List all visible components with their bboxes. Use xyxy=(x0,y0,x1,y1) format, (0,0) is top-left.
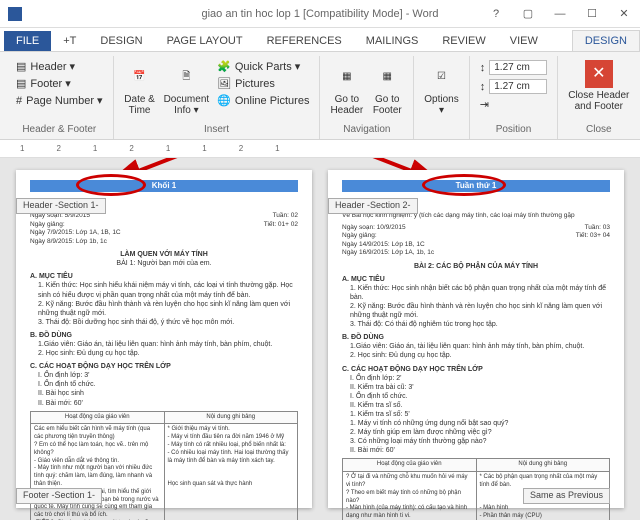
goto-header-button[interactable]: ▦Go to Header xyxy=(328,58,365,118)
page-2[interactable]: Tuần thứ 1 Header -Section 2- Vẽ Bài học… xyxy=(328,170,624,508)
close-header-footer-button[interactable]: ✕Close Header and Footer xyxy=(566,58,631,114)
header-button[interactable]: ▤Header ▾ xyxy=(14,58,105,75)
group-label: Insert xyxy=(122,124,312,137)
group-header-footer: ▤Header ▾ ▤Footer ▾ #Page Number ▾ Heade… xyxy=(6,56,114,139)
tab-icon: ⇥ xyxy=(480,98,489,111)
footer-icon: ▤ xyxy=(16,77,26,90)
group-label: Header & Footer xyxy=(14,124,105,137)
maximize-icon[interactable]: ☐ xyxy=(576,0,608,28)
quickparts-icon: 🧩 xyxy=(217,60,231,73)
tab-file[interactable]: FILE xyxy=(4,31,51,51)
header-from-top[interactable]: ↕1.27 cm xyxy=(478,58,550,77)
pagenum-icon: # xyxy=(16,95,22,107)
footer-from-bottom[interactable]: ↕1.27 cm xyxy=(478,77,550,96)
document-workspace: Khối 1 Header -Section 1- Ngày soạn: 5/9… xyxy=(0,158,640,520)
window-title: giao an tin hoc lop 1 [Compatibility Mod… xyxy=(201,8,438,20)
ribbon-tabs: FILE +T DESIGN PAGE LAYOUT REFERENCES MA… xyxy=(0,28,640,52)
group-options: ☑Options ▾ xyxy=(414,56,469,139)
tab-design[interactable]: DESIGN xyxy=(88,31,154,51)
document-info-button[interactable]: 🗎Document Info ▾ xyxy=(162,58,212,118)
options-icon: ☑ xyxy=(426,60,458,92)
tab-mailings[interactable]: MAILINGS xyxy=(354,31,431,51)
insert-align-tab[interactable]: ⇥ xyxy=(478,96,550,113)
goto-header-icon: ▦ xyxy=(331,60,363,92)
page-number-button[interactable]: #Page Number ▾ xyxy=(14,92,105,109)
tab-page-layout[interactable]: PAGE LAYOUT xyxy=(155,31,255,51)
header-icon: ▤ xyxy=(16,60,26,73)
ribbon: ▤Header ▾ ▤Footer ▾ #Page Number ▾ Heade… xyxy=(0,52,640,140)
date-time-button[interactable]: 📅Date & Time xyxy=(122,58,158,118)
group-close: ✕Close Header and Footer Close xyxy=(558,56,639,139)
minimize-icon[interactable]: ― xyxy=(544,0,576,28)
pictures-button[interactable]: 🖼Pictures xyxy=(215,75,311,92)
group-label: Position xyxy=(478,124,550,137)
group-navigation: ▦Go to Header ▦Go to Footer Navigation xyxy=(320,56,414,139)
options-button[interactable]: ☑Options ▾ xyxy=(422,58,460,118)
page-1[interactable]: Khối 1 Header -Section 1- Ngày soạn: 5/9… xyxy=(16,170,312,508)
tab-references[interactable]: REFERENCES xyxy=(255,31,354,51)
header-section-tag: Header -Section 1- xyxy=(16,198,106,214)
footer-section-tag: Footer -Section 1- xyxy=(16,488,102,504)
page-header[interactable]: Khối 1 xyxy=(30,180,298,192)
tab-review[interactable]: REVIEW xyxy=(430,31,497,51)
pos-bottom-icon: ↕ xyxy=(480,81,486,93)
quick-parts-button[interactable]: 🧩Quick Parts ▾ xyxy=(215,58,311,75)
footer-button[interactable]: ▤Footer ▾ xyxy=(14,75,105,92)
titlebar: giao an tin hoc lop 1 [Compatibility Mod… xyxy=(0,0,640,28)
ribbon-toggle-icon[interactable]: ▢ xyxy=(512,0,544,28)
docinfo-icon: 🗎 xyxy=(170,60,202,92)
close-icon[interactable]: ✕ xyxy=(608,0,640,28)
online-pictures-button[interactable]: 🌐Online Pictures xyxy=(215,92,311,109)
window-controls: ? ▢ ― ☐ ✕ xyxy=(480,0,640,28)
goto-footer-button[interactable]: ▦Go to Footer xyxy=(369,58,405,118)
goto-footer-icon: ▦ xyxy=(371,60,403,92)
group-label: Navigation xyxy=(328,124,405,137)
picture-icon: 🖼 xyxy=(217,77,231,90)
tab-qat[interactable]: +T xyxy=(51,31,88,51)
page-header[interactable]: Tuần thứ 1 xyxy=(342,180,610,192)
tab-header-footer-design[interactable]: DESIGN xyxy=(572,30,640,51)
group-position: ↕1.27 cm ↕1.27 cm ⇥ Position xyxy=(470,56,559,139)
calendar-icon: 📅 xyxy=(124,60,156,92)
horizontal-ruler[interactable]: 12121121 xyxy=(0,140,640,158)
pos-top-icon: ↕ xyxy=(480,62,486,74)
help-icon[interactable]: ? xyxy=(480,0,512,28)
online-picture-icon: 🌐 xyxy=(217,94,231,107)
word-icon xyxy=(8,7,22,21)
same-as-previous-tag: Same as Previous xyxy=(523,488,610,504)
close-hf-icon: ✕ xyxy=(585,60,613,88)
group-insert: 📅Date & Time 🗎Document Info ▾ 🧩Quick Par… xyxy=(114,56,321,139)
header-section-tag: Header -Section 2- xyxy=(328,198,418,214)
group-label: Close xyxy=(566,124,631,137)
tab-view[interactable]: VIEW xyxy=(498,31,550,51)
